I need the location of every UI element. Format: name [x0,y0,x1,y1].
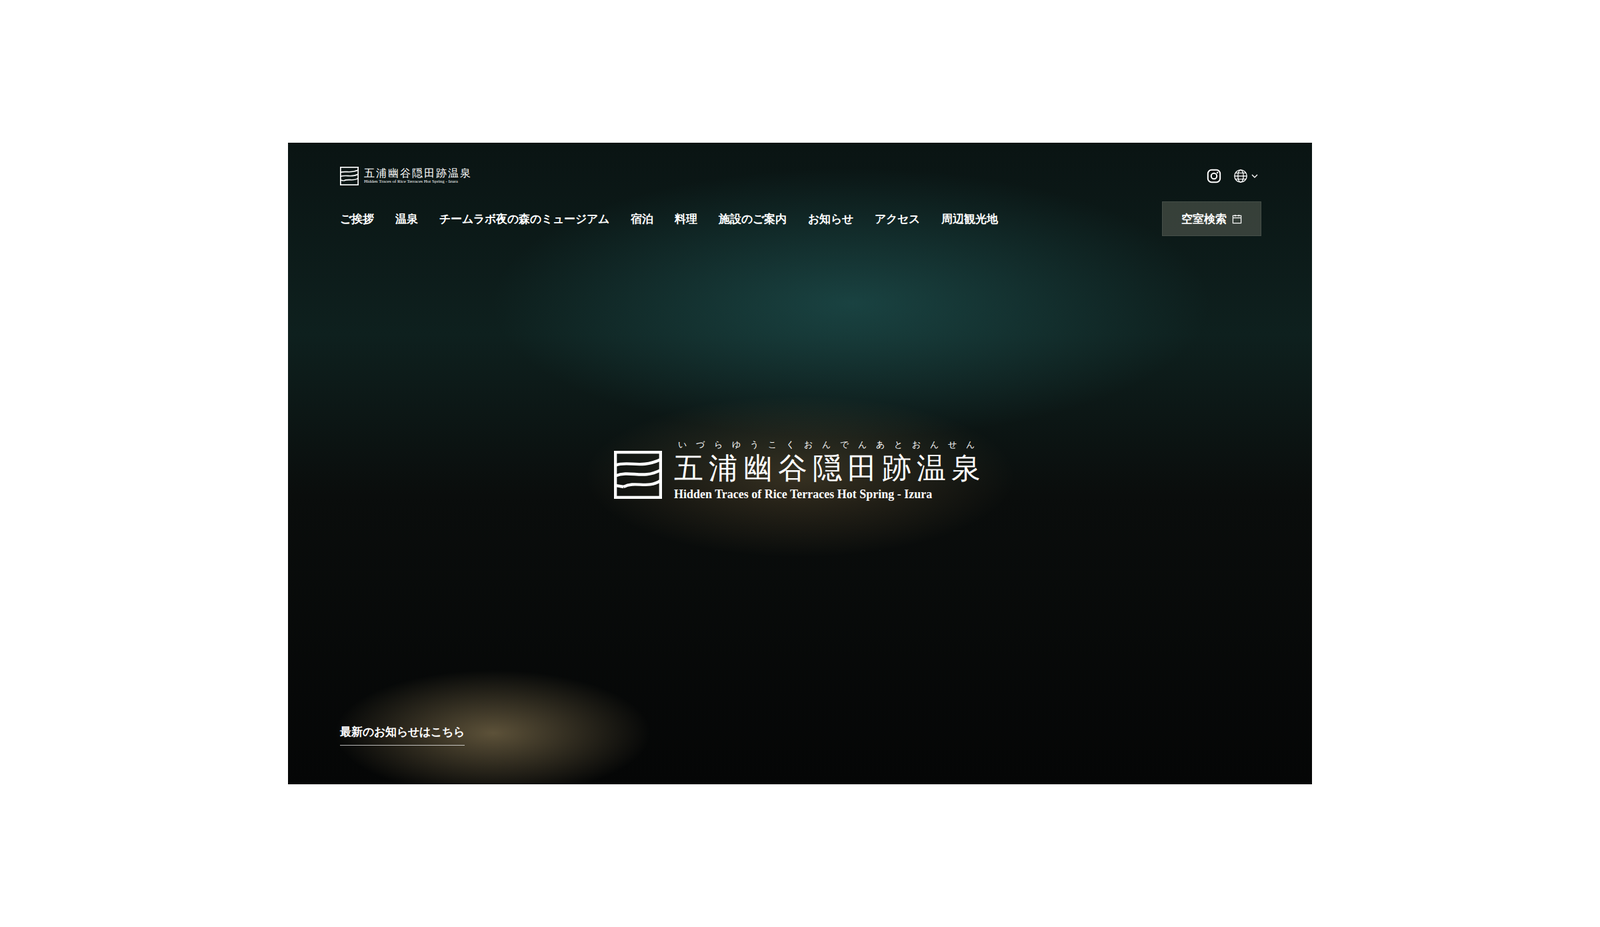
nav-item[interactable]: お知らせ [808,211,854,227]
nav-item[interactable]: チームラボ夜の森のミュージアム [439,211,610,227]
nav-item[interactable]: 施設のご案内 [718,211,787,227]
hero-logo-mark-icon [614,450,662,499]
nav-item[interactable]: 周辺観光地 [941,211,998,227]
hero-logo: いづらゆうこくおんでんあとおんせん五浦幽谷隠田跡温泉Hidden Traces … [614,438,986,502]
logo-mark-icon [340,166,359,186]
main-nav: ご挨拶 温泉 チームラボ夜の森のミュージアム 宿泊 料理 施設のご案内 お知らせ アクセス 周辺… [340,211,998,227]
logo-text: 五浦幽谷隠田跡温泉Hidden Traces of Rice Terraces … [364,167,472,184]
header-icons [1206,168,1262,184]
site-header: 五浦幽谷隠田跡温泉Hidden Traces of Rice Terraces … [288,142,1312,236]
availability-search-label[interactable]: 空室検索 [1181,211,1227,227]
hero-footer: 最新のお知らせはこちら [288,724,1312,784]
hero-ruby: いづらゆうこくおんでんあとおんせん [678,438,984,451]
nav-item[interactable]: 温泉 [395,211,418,227]
hero-logo-text: いづらゆうこくおんでんあとおんせん五浦幽谷隠田跡温泉Hidden Traces … [674,438,986,502]
header-top-row: 五浦幽谷隠田跡温泉Hidden Traces of Rice Terraces … [340,166,1262,186]
globe-icon[interactable] [1233,168,1248,184]
nav-item[interactable]: 料理 [674,211,698,227]
site-logo[interactable]: 五浦幽谷隠田跡温泉Hidden Traces of Rice Terraces … [340,166,472,186]
nav-item[interactable]: アクセス [874,211,920,227]
nav-item[interactable]: ご挨拶 [340,211,374,227]
nav-item[interactable]: 宿泊 [630,211,654,227]
hero-area: いづらゆうこくおんでんあとおんせん五浦幽谷隠田跡温泉Hidden Traces … [288,236,1312,724]
instagram-icon[interactable] [1206,168,1222,184]
latest-news-link[interactable]: 最新のお知らせはこちら [340,724,465,746]
hero-title: 五浦幽谷隠田跡温泉 [674,452,986,486]
calendar-icon[interactable] [1232,214,1242,224]
availability-search-button[interactable]: 空室検索 [1162,201,1262,236]
hero-frame: 五浦幽谷隠田跡温泉Hidden Traces of Rice Terraces … [288,142,1312,784]
language-switcher[interactable] [1233,168,1259,184]
hero-subtitle: Hidden Traces of Rice Terraces Hot Sprin… [674,487,932,502]
logo-subtitle: Hidden Traces of Rice Terraces Hot Sprin… [364,179,472,185]
chevron-down-icon[interactable] [1250,172,1259,180]
header-nav-row: ご挨拶 温泉 チームラボ夜の森のミュージアム 宿泊 料理 施設のご案内 お知らせ アクセス 周辺… [340,201,1262,236]
logo-title: 五浦幽谷隠田跡温泉 [364,167,472,180]
